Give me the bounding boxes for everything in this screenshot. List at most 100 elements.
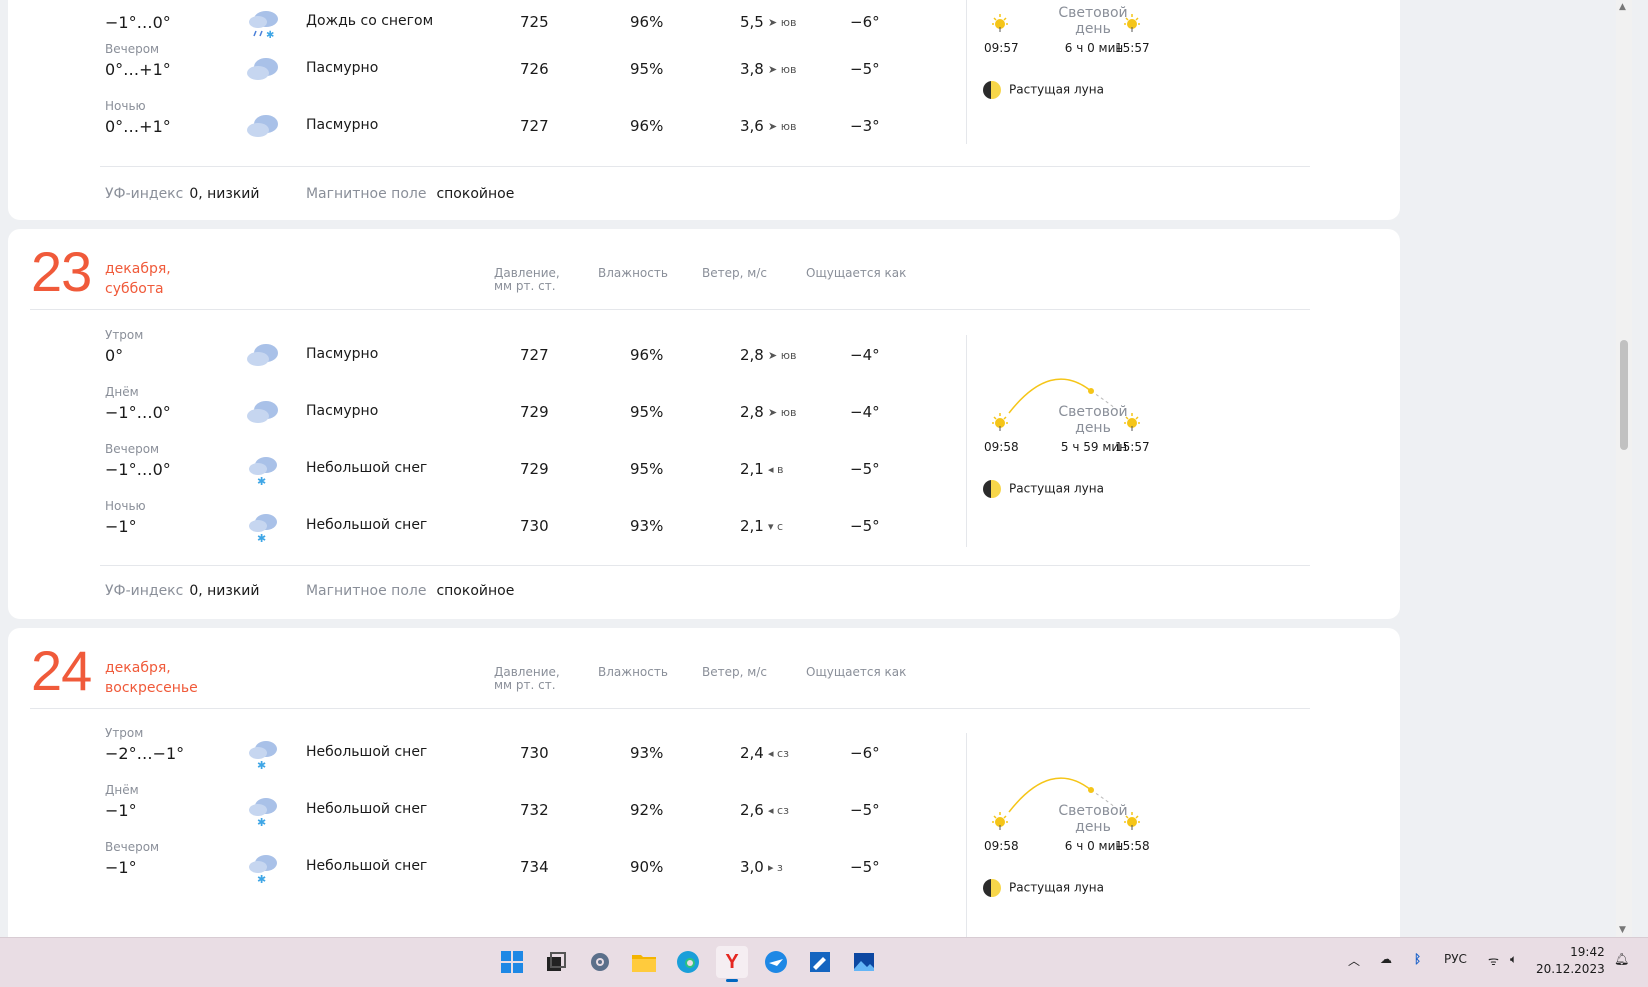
condition: Небольшой снег: [306, 744, 428, 760]
task-view-icon: [547, 952, 566, 971]
divider: [966, 733, 967, 937]
daylight-label: Световой день: [1058, 404, 1128, 436]
svg-text:✱: ✱: [257, 475, 266, 486]
pressure: 730: [520, 744, 549, 762]
humidity: 92%: [630, 801, 664, 819]
wind-arrow-icon: ➤: [768, 120, 781, 133]
yandex-browser-button[interactable]: Y: [716, 946, 748, 982]
pressure: 734: [520, 858, 549, 876]
daylight-label: Световой день: [1058, 803, 1128, 835]
pressure-header: Давление, мм рт. ст.: [494, 266, 560, 293]
edge-icon: [677, 951, 699, 973]
day-card-23: 23 декабря, суббота Давление, мм рт. ст. В…: [8, 229, 1400, 619]
day-part: Днём: [105, 385, 139, 399]
onedrive-icon[interactable]: ☁: [1380, 952, 1392, 966]
sunrise-time: 09:58: [984, 839, 1019, 853]
feels-header: Ощущается как: [806, 665, 907, 679]
humidity-header: Влажность: [598, 266, 668, 280]
pressure: 729: [520, 460, 549, 478]
wind-speed: 2,6: [740, 801, 764, 819]
day-card-24: 24 декабря, воскресенье Давление, мм рт. с…: [8, 628, 1400, 937]
sunrise-time: 09:57: [984, 41, 1019, 55]
folder-icon: [632, 955, 656, 972]
wind-arrow-icon: ◂: [768, 804, 778, 817]
day-part: Утром: [105, 328, 144, 342]
day-date: декабря, суббота: [105, 261, 171, 297]
pressure: 729: [520, 403, 549, 421]
scroll-down-arrow-icon[interactable]: ▼: [1619, 925, 1626, 935]
photos-button[interactable]: [848, 946, 880, 978]
forecast-row: Днём −1° ✱ Небольшой снег 732 92% 2,6 ◂ …: [8, 783, 1400, 840]
overcast-icon: [247, 115, 278, 137]
temperature: −1°…0°: [105, 460, 171, 479]
condition: Пасмурно: [306, 60, 379, 76]
temperature: −1°: [105, 858, 137, 877]
svg-text:✱: ✱: [257, 532, 266, 543]
forecast-row: Вечером 0°…+1° Пасмурно 726 95% 3,8 ➤ ЮВ…: [8, 42, 1400, 99]
day-card-22: −1°…0° ✱ Дождь со снегом 725 96% 5,5 ➤ Ю…: [8, 0, 1400, 220]
temperature: −2°…−1°: [105, 744, 185, 763]
clock[interactable]: 19:42 20.12.2023: [1536, 944, 1605, 978]
feels-like: −3°: [850, 117, 880, 135]
humidity-header: Влажность: [598, 665, 668, 679]
day-part: Ночью: [105, 99, 146, 113]
condition: Небольшой снег: [306, 858, 428, 874]
feels-like: −6°: [850, 13, 880, 31]
wind-speed: 3,0: [740, 858, 764, 876]
app-button[interactable]: [804, 946, 836, 978]
language-indicator[interactable]: РУС: [1444, 952, 1467, 966]
chevron-up-icon[interactable]: ︿: [1348, 952, 1360, 969]
clock-date: 20.12.2023: [1536, 962, 1605, 976]
condition: Дождь со снегом: [306, 13, 434, 29]
sunrise-icon: [992, 812, 1008, 830]
windows-taskbar: Y ︿ ☁ ᛒ РУС ᯤ 🔈︎ 19:42 20.12.2023 🔔︎: [0, 937, 1648, 987]
app-button[interactable]: [760, 946, 792, 978]
vertical-scrollbar[interactable]: ▲ ▼: [1616, 0, 1632, 937]
feels-like: −5°: [850, 517, 880, 535]
magnetic-field: спокойное: [436, 583, 515, 599]
forecast-row: Вечером −1°…0° ✱ Небольшой снег 729 95% …: [8, 442, 1400, 499]
settings-button[interactable]: [584, 946, 616, 978]
overcast-icon: [247, 58, 278, 80]
sunset-time: 15:57: [1115, 440, 1150, 454]
windows-logo-icon: [501, 951, 523, 973]
wind-speed: 2,8: [740, 346, 764, 364]
condition: Небольшой снег: [306, 801, 428, 817]
sunrise-icon: [992, 413, 1008, 431]
wind-direction: ◂ СЗ: [768, 804, 789, 817]
svg-text:✱: ✱: [257, 759, 266, 770]
scrollbar-thumb[interactable]: [1620, 340, 1628, 450]
sunrise-time: 09:58: [984, 440, 1019, 454]
wind-direction: ➤ ЮВ: [768, 120, 797, 133]
day-part: Вечером: [105, 442, 160, 456]
wifi-icon[interactable]: ᯤ: [1488, 952, 1499, 969]
humidity: 95%: [630, 403, 664, 421]
wind-direction: ➤ ЮВ: [768, 16, 797, 29]
pressure: 725: [520, 13, 549, 31]
edge-button[interactable]: [672, 946, 704, 978]
day-header: 24 декабря, воскресенье Давление, мм рт. с…: [8, 628, 1400, 712]
wind-speed: 2,8: [740, 403, 764, 421]
bluetooth-icon[interactable]: ᛒ: [1414, 952, 1421, 966]
scroll-up-arrow-icon[interactable]: ▲: [1619, 2, 1626, 12]
pressure: 730: [520, 517, 549, 535]
humidity: 96%: [630, 13, 664, 31]
start-button[interactable]: [496, 946, 528, 978]
forecast-row: Утром 0° Пасмурно 727 96% 2,8 ➤ ЮВ −4°: [8, 328, 1400, 385]
volume-icon[interactable]: 🔈︎: [1510, 952, 1517, 967]
svg-text:✱: ✱: [266, 30, 274, 39]
wind-speed: 2,1: [740, 460, 764, 478]
wind-arrow-icon: ➤: [768, 406, 781, 419]
task-view-button[interactable]: [540, 946, 572, 978]
feels-like: −6°: [850, 744, 880, 762]
pressure: 727: [520, 346, 549, 364]
divider: [966, 0, 967, 144]
file-explorer-button[interactable]: [628, 946, 660, 978]
day-part: Ночью: [105, 499, 146, 513]
yandex-icon: Y: [725, 950, 739, 973]
wind-speed: 3,6: [740, 117, 764, 135]
notification-bell-icon[interactable]: 🔔︎: [1614, 952, 1629, 966]
temperature: −1°…0°: [105, 403, 171, 422]
wind-speed: 3,8: [740, 60, 764, 78]
day-header: 23 декабря, суббота Давление, мм рт. ст. В…: [8, 229, 1400, 313]
